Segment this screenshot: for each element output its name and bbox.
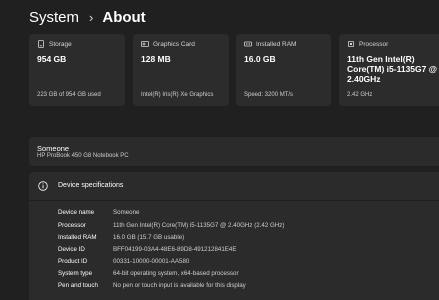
breadcrumb: System › About (29, 6, 146, 28)
spec-label: Device ID (58, 246, 85, 253)
breadcrumb-system-link[interactable]: System (29, 9, 79, 26)
processor-card-header: Processor (347, 40, 388, 48)
spec-value: 16.0 GB (15.7 GB usable) (113, 234, 185, 241)
processor-card-detail: 2.42 GHz (347, 92, 373, 98)
spec-label: Product ID (58, 258, 88, 265)
spec-label: System type (58, 270, 93, 277)
storage-card-value: 954 GB (37, 54, 67, 64)
page-title: About (102, 8, 146, 26)
spec-value: BFF04199-03A4-48E6-89D8-491212841E4E (113, 246, 237, 253)
graphics-card-title: Graphics Card (153, 40, 195, 48)
ram-card[interactable]: Installed RAM 16.0 GB Speed: 3200 MT/s (236, 34, 331, 106)
storage-card-title: Storage (49, 40, 72, 48)
storage-icon (38, 40, 44, 48)
spec-value: Someone (113, 209, 140, 216)
graphics-card-icon (141, 41, 149, 47)
device-name-card[interactable]: Someone HP ProBook 450 G8 Notebook PC (29, 137, 439, 166)
spec-value: 00331-10000-00001-AA580 (113, 258, 190, 265)
spec-row-device-name: Device name Someone (58, 207, 140, 218)
spec-value: 64-bit operating system, x64-based proce… (113, 270, 239, 277)
device-specifications-header[interactable]: Device specifications (29, 172, 439, 201)
processor-card-title: Processor (359, 40, 389, 48)
processor-card[interactable]: Processor 11th Gen Intel(R) Core(TM) i5-… (339, 34, 439, 106)
spec-label: Processor (58, 222, 86, 229)
spec-row-product-id: Product ID 00331-10000-00001-AA580 (58, 256, 189, 267)
spec-label: Device name (58, 209, 95, 216)
ram-card-value: 16.0 GB (244, 54, 276, 64)
spec-label: Pen and touch (58, 282, 98, 289)
spec-row-device-id: Device ID BFF04199-03A4-48E6-89D8-491212… (58, 244, 237, 255)
device-model: HP ProBook 450 G8 Notebook PC (37, 153, 129, 159)
device-name: Someone (37, 144, 70, 153)
spec-value: 11th Gen Intel(R) Core(TM) i5-1135G7 @ 2… (113, 222, 285, 229)
spec-row-pen-and-touch: Pen and touch No pen or touch input is a… (58, 280, 246, 291)
graphics-card-detail: Intel(R) Iris(R) Xe Graphics (141, 92, 214, 98)
ram-card-detail: Speed: 3200 MT/s (244, 92, 294, 98)
spec-value: No pen or touch input is available for t… (113, 282, 246, 289)
chevron-right-icon: › (89, 9, 94, 25)
info-icon (38, 181, 48, 191)
spec-label: Installed RAM (58, 234, 97, 241)
section-title: Device specifications (58, 182, 124, 189)
spec-row-processor: Processor 11th Gen Intel(R) Core(TM) i5-… (58, 220, 284, 231)
graphics-card-header: Graphics Card (141, 40, 195, 48)
graphics-card-value: 128 MB (141, 54, 171, 64)
storage-card[interactable]: Storage 954 GB 223 GB of 954 GB used (29, 34, 125, 106)
processor-card-value: 11th Gen Intel(R) Core(TM) i5-1135G7 @ 2… (347, 54, 438, 84)
storage-card-header: Storage (37, 40, 72, 48)
ram-icon (244, 41, 252, 47)
ram-card-title: Installed RAM (256, 40, 297, 48)
processor-icon (348, 41, 354, 47)
device-specifications-panel: Device specifications Device name Someon… (29, 172, 439, 300)
storage-card-detail: 223 GB of 954 GB used (37, 92, 101, 98)
spec-row-installed-ram: Installed RAM 16.0 GB (15.7 GB usable) (58, 232, 184, 243)
spec-row-system-type: System type 64-bit operating system, x64… (58, 268, 239, 279)
graphics-card-card[interactable]: Graphics Card 128 MB Intel(R) Iris(R) Xe… (133, 34, 229, 106)
ram-card-header: Installed RAM (244, 40, 296, 48)
